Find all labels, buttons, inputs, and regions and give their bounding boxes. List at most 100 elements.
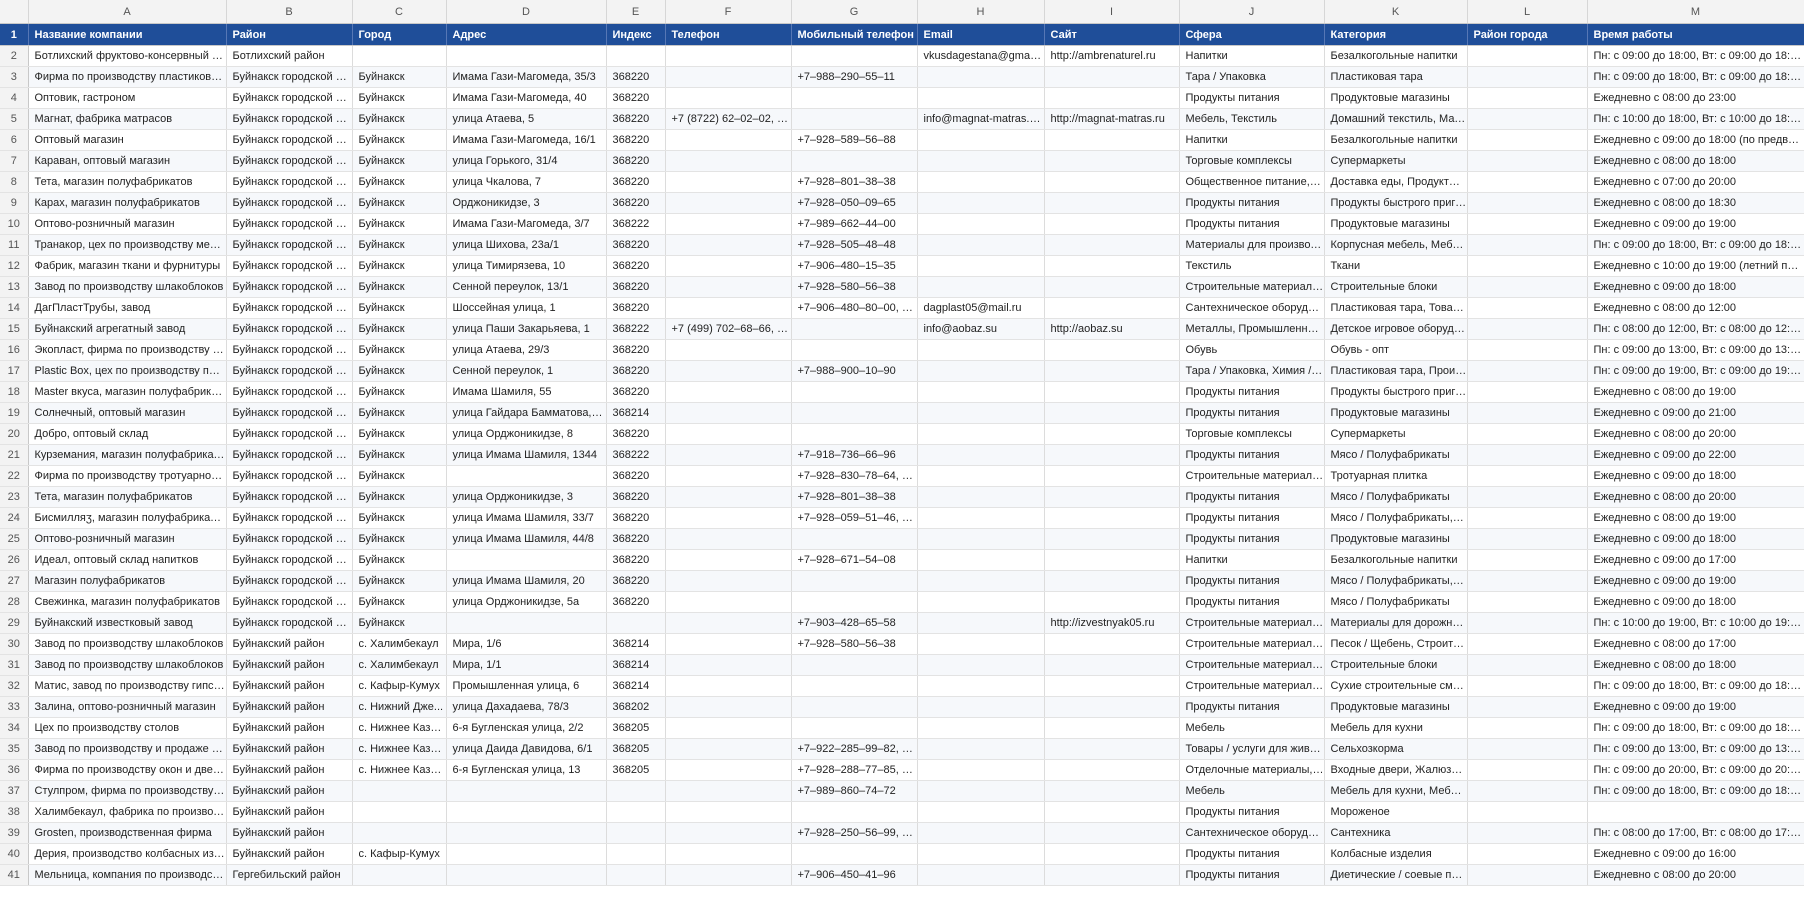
table-cell[interactable]: Имама Гази-Магомеда, 40 [446,87,607,109]
table-cell[interactable] [1467,381,1588,403]
table-cell[interactable] [917,528,1045,550]
table-cell[interactable]: 368220 [606,570,666,592]
header-cell[interactable]: Название компании [28,23,227,46]
table-cell[interactable] [446,465,607,487]
table-cell[interactable]: Магнат, фабрика матрасов [28,108,227,130]
table-cell[interactable]: Строительные материалы ... [1179,276,1325,298]
table-cell[interactable]: Ежедневно с 09:00 до 18:00 [1587,465,1804,487]
table-cell[interactable] [665,381,792,403]
table-cell[interactable]: Буйнакск [352,66,447,88]
table-cell[interactable]: Буйнакск [352,276,447,298]
table-cell[interactable]: Продуктовые магазины [1324,402,1468,424]
table-cell[interactable]: Буйнакск городской ок... [226,171,353,193]
table-cell[interactable]: Мебель для кухни, Мебель... [1324,780,1468,802]
column-header-l[interactable]: L [1467,0,1588,24]
table-cell[interactable]: Буйнакск [352,444,447,466]
table-cell[interactable] [665,507,792,529]
table-cell[interactable]: Буйнакский район [226,717,353,739]
table-cell[interactable]: Пн: с 09:00 до 18:00, Вт: с 09:00 до 18:… [1587,66,1804,88]
table-cell[interactable] [917,129,1045,151]
table-cell[interactable]: Продукты питания [1179,381,1325,403]
table-cell[interactable] [917,549,1045,571]
table-cell[interactable]: +7‒918‒736‒66‒96 [791,444,918,466]
table-cell[interactable] [1587,801,1804,823]
table-cell[interactable]: Буйнакск [352,507,447,529]
row-number[interactable]: 10 [0,213,29,235]
table-cell[interactable] [917,150,1045,172]
table-cell[interactable] [1044,717,1180,739]
table-cell[interactable]: Доставка еды, Продукты б... [1324,171,1468,193]
table-cell[interactable]: Ежедневно с 09:00 до 16:00 [1587,843,1804,865]
table-cell[interactable]: 368222 [606,444,666,466]
table-cell[interactable] [917,423,1045,445]
table-cell[interactable] [1467,654,1588,676]
table-cell[interactable]: Ежедневно с 08:00 до 17:00 [1587,633,1804,655]
table-cell[interactable] [1044,276,1180,298]
row-number[interactable]: 38 [0,801,29,823]
table-cell[interactable] [917,66,1045,88]
table-cell[interactable] [665,192,792,214]
table-cell[interactable] [606,45,666,67]
table-cell[interactable] [1044,171,1180,193]
table-cell[interactable]: Ежедневно с 09:00 до 17:00 [1587,549,1804,571]
table-cell[interactable] [917,360,1045,382]
table-cell[interactable]: 368220 [606,549,666,571]
table-cell[interactable]: Ежедневно с 08:00 до 18:00 [1587,654,1804,676]
table-cell[interactable]: Буйнакский район [226,843,353,865]
table-cell[interactable]: Строительные материалы ... [1179,654,1325,676]
table-cell[interactable] [665,801,792,823]
table-cell[interactable] [917,822,1045,844]
table-cell[interactable]: +7 (8722) 62‒02‒02, 8‒... [665,108,792,130]
table-cell[interactable]: info@magnat-matras.ru... [917,108,1045,130]
table-cell[interactable] [1044,150,1180,172]
table-cell[interactable]: Ежедневно с 08:00 до 19:00 [1587,507,1804,529]
table-cell[interactable]: Буйнакский район [226,759,353,781]
table-cell[interactable] [1467,87,1588,109]
table-cell[interactable] [791,843,918,865]
table-cell[interactable] [791,717,918,739]
table-cell[interactable]: Ежедневно с 08:00 до 18:00 [1587,150,1804,172]
table-cell[interactable]: Гергебильский район [226,864,353,886]
table-cell[interactable]: Тара / Упаковка, Химия / В... [1179,360,1325,382]
table-cell[interactable]: 368220 [606,528,666,550]
table-cell[interactable]: улица Дахадаева, 78/3 [446,696,607,718]
row-number[interactable]: 26 [0,549,29,571]
table-cell[interactable] [917,864,1045,886]
table-cell[interactable] [1467,612,1588,634]
table-cell[interactable]: Домашний текстиль, Матр... [1324,108,1468,130]
table-cell[interactable]: Стулпром, фирма по производству ст... [28,780,227,802]
table-cell[interactable] [917,465,1045,487]
table-cell[interactable] [917,591,1045,613]
header-cell[interactable]: Мобильный телефон [791,23,918,46]
table-cell[interactable] [917,87,1045,109]
table-cell[interactable]: Продукты питания [1179,570,1325,592]
table-cell[interactable] [917,612,1045,634]
table-cell[interactable] [665,360,792,382]
table-cell[interactable]: улица Шихова, 23а/1 [446,234,607,256]
row-number[interactable]: 12 [0,255,29,277]
table-cell[interactable]: Залина, оптово-розничный магазин [28,696,227,718]
column-header-a[interactable]: A [28,0,227,24]
table-cell[interactable] [1467,528,1588,550]
table-cell[interactable] [1044,633,1180,655]
table-cell[interactable]: Мира, 1/6 [446,633,607,655]
table-cell[interactable] [1467,171,1588,193]
table-cell[interactable] [1467,192,1588,214]
table-cell[interactable]: Буйнакск [352,402,447,424]
table-cell[interactable]: +7 (499) 702‒68‒66, +7... [665,318,792,340]
table-cell[interactable]: Буйнакск городской ок... [226,528,353,550]
table-cell[interactable] [1467,591,1588,613]
table-cell[interactable]: Магазин полуфабрикатов [28,570,227,592]
table-cell[interactable]: с. Нижнее Каза... [352,759,447,781]
table-cell[interactable] [665,654,792,676]
column-header-j[interactable]: J [1179,0,1325,24]
table-cell[interactable]: Безалкогольные напитки [1324,45,1468,67]
table-cell[interactable] [1467,780,1588,802]
table-cell[interactable]: 368222 [606,213,666,235]
table-cell[interactable]: Буйнакск городской ок... [226,360,353,382]
table-cell[interactable] [791,87,918,109]
table-cell[interactable] [1467,864,1588,886]
table-cell[interactable]: Тета, магазин полуфабрикатов [28,486,227,508]
table-cell[interactable]: Песок / Щебень, Строител... [1324,633,1468,655]
table-cell[interactable]: Торговые комплексы [1179,150,1325,172]
